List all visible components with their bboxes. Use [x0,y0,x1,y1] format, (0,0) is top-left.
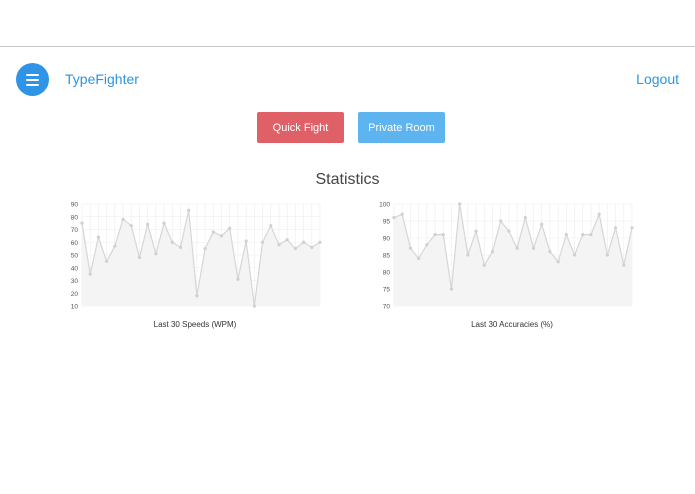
data-point[interactable] [293,247,297,251]
quick-fight-button[interactable]: Quick Fight [257,112,344,143]
speeds-chart-caption: Last 30 Speeds (WPM) [153,320,237,329]
data-point[interactable] [260,240,265,244]
data-point[interactable] [162,221,166,225]
data-point[interactable] [236,277,240,281]
header-divider [0,46,695,47]
y-tick-label: 90 [71,202,79,209]
y-tick-label: 60 [71,240,79,247]
data-point[interactable] [195,294,199,298]
data-point[interactable] [417,256,421,260]
y-tick-label: 95 [383,219,391,226]
data-point[interactable] [318,240,322,244]
data-point[interactable] [80,221,84,225]
private-room-label: Private Room [368,121,435,134]
data-point[interactable] [137,255,142,260]
data-point[interactable] [564,233,568,237]
logout-link[interactable]: Logout [636,71,679,87]
data-point[interactable] [425,243,429,247]
data-point[interactable] [581,233,585,237]
data-point[interactable] [408,246,413,250]
data-point[interactable] [211,230,215,234]
series-area [394,204,632,306]
data-point[interactable] [170,240,174,244]
data-point[interactable] [589,233,593,237]
data-point[interactable] [113,244,117,248]
data-point[interactable] [301,240,306,244]
y-tick-label: 40 [71,265,79,272]
y-tick-label: 75 [383,287,391,294]
speeds-chart: 10 20 30 40 50 60 70 80 90 [71,202,322,311]
data-point[interactable] [548,250,552,254]
data-point[interactable] [154,252,158,256]
y-tick-label: 80 [71,214,79,221]
brand-link[interactable]: TypeFighter [65,71,139,87]
data-point[interactable] [244,239,248,243]
y-tick-label: 20 [71,291,79,298]
data-point[interactable] [458,202,462,206]
data-point[interactable] [228,226,232,230]
y-tick-label: 80 [383,270,391,277]
data-point[interactable] [277,243,281,247]
data-point[interactable] [597,212,601,216]
data-point[interactable] [474,229,478,233]
private-room-button[interactable]: Private Room [358,112,445,143]
data-point[interactable] [269,224,273,228]
hamburger-icon [16,63,49,96]
data-point[interactable] [252,304,256,308]
data-point[interactable] [146,222,150,226]
data-point[interactable] [449,287,454,291]
y-tick-label: 30 [71,278,79,285]
data-point[interactable] [630,226,634,230]
data-point[interactable] [622,263,626,267]
data-point[interactable] [556,260,560,264]
series-area [82,210,320,306]
data-point[interactable] [203,247,207,251]
data-point[interactable] [310,245,314,249]
data-point[interactable] [285,238,289,242]
quick-fight-label: Quick Fight [272,121,329,134]
data-point[interactable] [433,233,437,237]
data-point[interactable] [572,253,577,257]
data-point[interactable] [121,217,125,221]
y-tick-label: 70 [383,304,391,311]
data-point[interactable] [540,222,544,226]
accuracies-chart: 70 75 80 85 90 95 100 [379,202,634,311]
data-point[interactable] [507,229,511,233]
data-point[interactable] [88,272,92,276]
data-point[interactable] [605,253,609,257]
statistics-title: Statistics [315,171,380,188]
data-point[interactable] [531,246,536,250]
data-point[interactable] [105,259,109,263]
data-point[interactable] [187,208,191,212]
accuracies-chart-caption: Last 30 Accuracies (%) [471,320,553,329]
y-tick-label: 90 [383,236,391,243]
data-point[interactable] [499,219,503,223]
data-point[interactable] [613,226,618,230]
data-point[interactable] [400,212,404,216]
y-tick-label: 10 [71,304,79,311]
data-point[interactable] [178,245,183,249]
data-point[interactable] [482,263,486,267]
y-tick-label: 85 [383,253,391,260]
data-point[interactable] [392,216,396,220]
data-point[interactable] [515,246,519,250]
y-tick-label: 50 [71,253,79,260]
data-point[interactable] [129,224,133,228]
data-point[interactable] [96,235,101,239]
y-tick-label: 70 [71,227,79,234]
data-point[interactable] [441,233,445,237]
data-point[interactable] [490,250,495,254]
data-point[interactable] [523,216,527,220]
menu-button[interactable] [16,63,49,96]
data-point[interactable] [219,234,224,238]
y-tick-label: 100 [379,202,390,209]
data-point[interactable] [466,253,470,257]
